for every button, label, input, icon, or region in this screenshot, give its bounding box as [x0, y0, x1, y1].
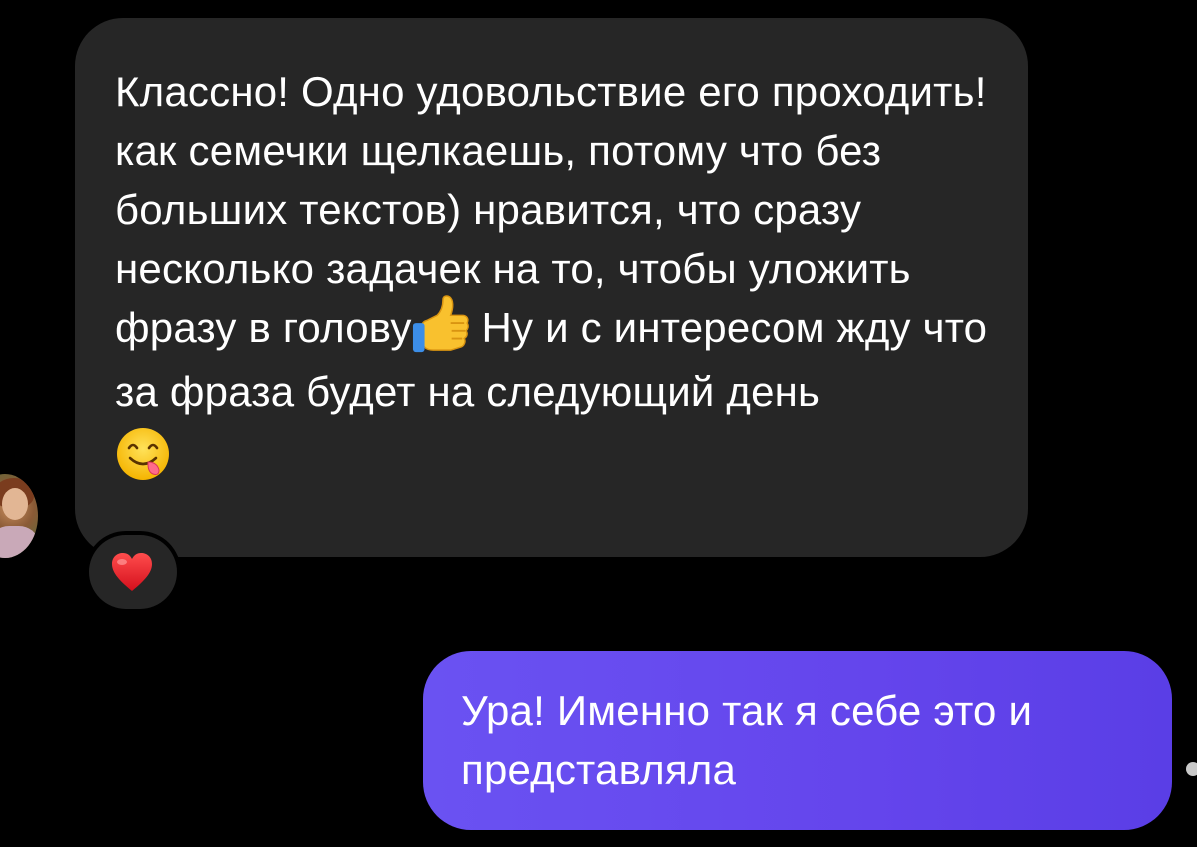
outgoing-message-text: Ура! Именно так я себе это и представлял…	[461, 687, 1033, 793]
red-heart-icon	[112, 553, 152, 591]
thumbs-up-emoji-icon	[412, 295, 469, 352]
avatar-shirt	[0, 526, 38, 558]
face-savoring-food-emoji-icon	[117, 427, 169, 480]
read-status-dot	[1186, 762, 1197, 776]
heart-reaction-badge[interactable]	[89, 535, 177, 609]
incoming-message-bubble[interactable]: Классно! Одно удовольствие его проходить…	[75, 18, 1028, 557]
avatar-face	[2, 488, 28, 520]
contact-avatar[interactable]	[0, 474, 38, 558]
outgoing-message-bubble[interactable]: Ура! Именно так я себе это и представлял…	[423, 651, 1172, 830]
incoming-message-text: Классно! Одно удовольствие его проходить…	[115, 62, 988, 482]
